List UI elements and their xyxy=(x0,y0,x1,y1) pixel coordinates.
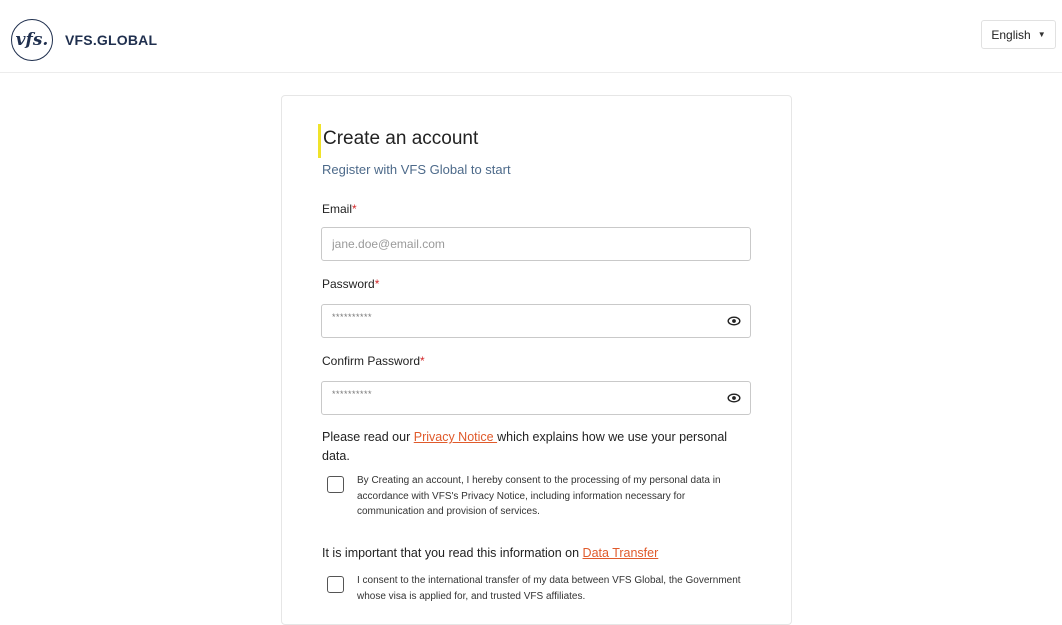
title-highlight-bar xyxy=(318,124,321,158)
password-masked-value: ********** xyxy=(332,312,373,322)
privacy-notice-text: Please read our Privacy Notice which exp… xyxy=(322,428,742,466)
privacy-consent-row: By Creating an account, I hereby consent… xyxy=(327,473,747,520)
top-navbar: vfs. VFS.GLOBAL English ▼ xyxy=(0,0,1062,73)
confirm-password-label-text: Confirm Password xyxy=(322,354,421,368)
password-required-mark: * xyxy=(374,277,380,291)
data-transfer-text: It is important that you read this infor… xyxy=(322,544,742,563)
transfer-consent-row: I consent to the international transfer … xyxy=(327,573,747,604)
password-field: ********** xyxy=(321,304,751,338)
page-title: Create an account xyxy=(323,128,479,149)
language-dropdown[interactable]: English ▼ xyxy=(981,20,1056,49)
password-input[interactable] xyxy=(321,304,751,338)
password-label: Password* xyxy=(322,277,379,291)
eye-icon[interactable] xyxy=(727,314,741,328)
confirm-password-label: Confirm Password* xyxy=(322,354,425,368)
confirm-password-masked-value: ********** xyxy=(332,389,373,399)
transfer-consent-text: I consent to the international transfer … xyxy=(357,575,741,602)
confirm-password-required-mark: * xyxy=(420,354,425,368)
eye-icon[interactable] xyxy=(727,391,741,405)
email-required-mark: * xyxy=(352,202,357,216)
confirm-password-field: ********** xyxy=(321,381,751,415)
confirm-password-input[interactable] xyxy=(321,381,751,415)
privacy-text-before: Please read our xyxy=(322,430,414,444)
page-subtitle: Register with VFS Global to start xyxy=(322,162,511,177)
email-label-text: Email xyxy=(322,202,353,216)
password-label-text: Password xyxy=(322,277,375,291)
privacy-notice-link[interactable]: Privacy Notice xyxy=(414,430,497,444)
data-transfer-link[interactable]: Data Transfer xyxy=(583,546,659,560)
vfs-logo[interactable]: vfs. VFS.GLOBAL xyxy=(11,19,157,61)
email-label: Email* xyxy=(322,202,357,216)
transfer-consent-checkbox[interactable] xyxy=(327,576,344,593)
privacy-consent-checkbox[interactable] xyxy=(327,476,344,493)
vfs-logo-text: VFS.GLOBAL xyxy=(65,32,158,48)
language-selected: English xyxy=(991,27,1031,42)
data-transfer-text-before: It is important that you read this infor… xyxy=(322,546,583,560)
privacy-consent-text: By Creating an account, I hereby consent… xyxy=(357,475,721,517)
email-input[interactable] xyxy=(321,227,751,261)
caret-down-icon: ▼ xyxy=(1037,30,1046,39)
vfs-logo-mark: vfs. xyxy=(11,19,53,61)
